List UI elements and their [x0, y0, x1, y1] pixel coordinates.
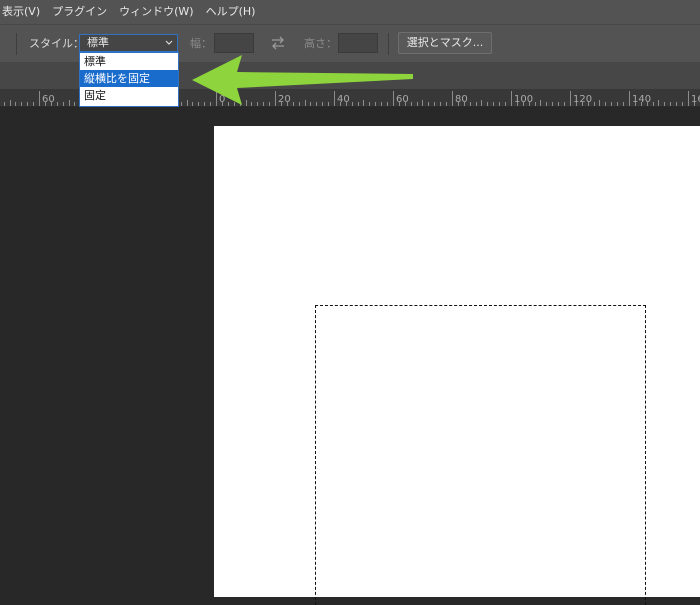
height-input[interactable]: [338, 33, 378, 53]
selection-marquee: [315, 305, 646, 605]
style-dropdown-list: 標準 縦横比を固定 固定: [79, 52, 179, 107]
style-select-value: 標準: [87, 36, 109, 49]
ruler-tick-label: 120: [573, 94, 592, 105]
dropdown-option-fixed-ratio[interactable]: 縦横比を固定: [80, 70, 178, 87]
options-separator: [16, 33, 17, 55]
select-and-mask-button[interactable]: 選択とマスク...: [398, 32, 492, 54]
ruler-tick-label: 80: [455, 94, 468, 105]
dropdown-option-normal[interactable]: 標準: [80, 53, 178, 70]
menu-help[interactable]: ヘルプ(H): [200, 0, 262, 24]
ruler-tick-label: 16: [691, 94, 700, 105]
green-arrow-annotation: [192, 55, 413, 105]
menu-bar: 表示(V) プラグイン ウィンドウ(W) ヘルプ(H): [0, 0, 700, 24]
swap-arrows-icon[interactable]: [270, 36, 286, 50]
style-select[interactable]: 標準: [79, 34, 178, 52]
style-label: スタイル：: [29, 37, 84, 50]
ruler-tick-label: 100: [514, 94, 533, 105]
menu-window[interactable]: ウィンドウ(W): [113, 0, 199, 24]
ruler-tick-label: 140: [632, 94, 651, 105]
chevron-down-icon: [165, 40, 173, 45]
width-input[interactable]: [214, 33, 254, 53]
menu-view[interactable]: 表示(V): [0, 0, 46, 24]
ruler-tick-label: 60: [42, 94, 55, 105]
dropdown-option-fixed-size[interactable]: 固定: [80, 87, 178, 104]
menu-plugins[interactable]: プラグイン: [46, 0, 113, 24]
pasteboard[interactable]: [0, 107, 700, 605]
document-canvas[interactable]: [214, 126, 700, 605]
